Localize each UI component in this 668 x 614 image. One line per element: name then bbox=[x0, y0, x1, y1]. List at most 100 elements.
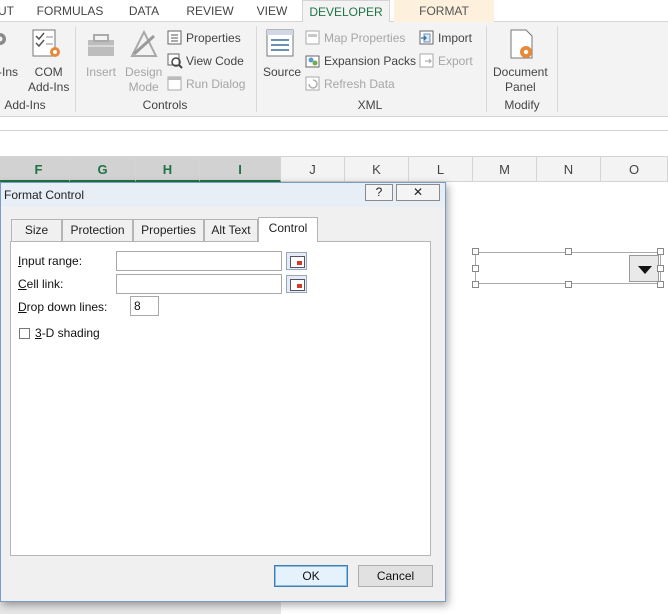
refresh-data-icon bbox=[305, 76, 320, 91]
cell-link-collapse-icon[interactable] bbox=[286, 275, 307, 293]
com-label-line2: Add-Ins bbox=[28, 80, 70, 94]
design-mode-icon bbox=[130, 29, 158, 57]
resize-handle[interactable] bbox=[472, 248, 479, 255]
expansion-packs-icon bbox=[305, 55, 320, 68]
modify-group-label: Modify bbox=[504, 98, 540, 112]
tab-properties[interactable]: Properties bbox=[133, 219, 204, 241]
input-range-collapse-icon[interactable] bbox=[286, 252, 307, 270]
document-label-line2: Panel bbox=[505, 80, 536, 94]
import-icon bbox=[419, 30, 434, 45]
column-header-f[interactable]: F bbox=[0, 157, 70, 182]
map-properties-button[interactable]: Map Properties bbox=[324, 31, 405, 45]
view-code-icon bbox=[167, 53, 183, 69]
column-header-k[interactable]: K bbox=[345, 157, 409, 182]
com-addins-icon bbox=[32, 29, 60, 57]
tab-layout[interactable]: UT bbox=[0, 0, 14, 22]
properties-button[interactable]: Properties bbox=[186, 31, 241, 45]
formula-bar-area bbox=[0, 117, 668, 131]
column-header-row: F G H I J K L M N O bbox=[0, 157, 668, 182]
design-mode-button[interactable]: Design Mode bbox=[125, 65, 162, 95]
group-separator bbox=[486, 26, 487, 112]
document-label-line1: Document bbox=[493, 65, 548, 79]
group-separator bbox=[75, 26, 76, 112]
combo-box-control[interactable] bbox=[475, 252, 661, 284]
close-icon[interactable]: ✕ bbox=[396, 184, 440, 201]
tab-alt-text[interactable]: Alt Text bbox=[204, 219, 258, 241]
run-dialog-button[interactable]: Run Dialog bbox=[186, 77, 245, 91]
resize-handle[interactable] bbox=[565, 281, 572, 288]
3d-shading-checkbox[interactable] bbox=[19, 328, 30, 339]
ok-button[interactable]: OK bbox=[274, 565, 348, 587]
tab-formulas[interactable]: FORMULAS bbox=[30, 0, 110, 22]
column-label: F bbox=[34, 162, 43, 177]
insert-button[interactable]: Insert bbox=[86, 65, 116, 80]
source-icon bbox=[266, 29, 294, 57]
tab-developer[interactable]: DEVELOPER bbox=[302, 0, 390, 23]
document-panel-button[interactable]: Document Panel bbox=[493, 65, 548, 95]
tab-data[interactable]: DATA bbox=[120, 0, 168, 22]
formula-bar[interactable] bbox=[0, 131, 668, 157]
input-range-label: Input range: bbox=[18, 254, 82, 268]
column-header-j[interactable]: J bbox=[281, 157, 345, 182]
xml-group-label: XML bbox=[357, 98, 383, 112]
control-tab-panel: Input range: Cell link: Drop down lines:… bbox=[10, 241, 431, 556]
resize-handle[interactable] bbox=[472, 265, 479, 272]
label-text: nput range: bbox=[21, 254, 83, 268]
column-header-m[interactable]: M bbox=[473, 157, 537, 182]
drop-down-lines-field[interactable]: 8 bbox=[130, 296, 159, 316]
source-button[interactable]: Source bbox=[263, 65, 301, 80]
chevron-down-icon[interactable] bbox=[629, 255, 659, 282]
properties-icon bbox=[167, 30, 182, 45]
input-range-field[interactable] bbox=[116, 251, 282, 271]
tab-view[interactable]: VIEW bbox=[250, 0, 294, 22]
expansion-packs-button[interactable]: Expansion Packs bbox=[324, 54, 416, 68]
resize-handle[interactable] bbox=[472, 281, 479, 288]
addins-button[interactable]: -Ins bbox=[0, 65, 18, 80]
column-header-i[interactable]: I bbox=[200, 157, 281, 182]
group-separator bbox=[557, 26, 558, 112]
resize-handle[interactable] bbox=[657, 248, 664, 255]
document-panel-icon bbox=[510, 29, 533, 59]
tab-control[interactable]: Control bbox=[258, 217, 318, 242]
resize-handle[interactable] bbox=[565, 248, 572, 255]
insert-toolbox-icon bbox=[88, 34, 114, 56]
label-text: rop down lines: bbox=[26, 300, 108, 314]
tab-protection[interactable]: Protection bbox=[62, 219, 133, 241]
ribbon: -Ins COM Add-Ins Add-Ins Insert Design M… bbox=[0, 22, 668, 117]
tab-format[interactable]: FORMAT bbox=[394, 0, 494, 22]
controls-group-label: Controls bbox=[142, 98, 188, 112]
format-control-dialog: Format Control ? ✕ Size Protection Prope… bbox=[0, 182, 446, 602]
tab-size[interactable]: Size bbox=[11, 219, 62, 241]
com-label-line1: COM bbox=[34, 65, 63, 79]
refresh-data-button[interactable]: Refresh Data bbox=[324, 77, 395, 91]
resize-handle[interactable] bbox=[657, 281, 664, 288]
import-button[interactable]: Import bbox=[438, 31, 472, 45]
resize-handle[interactable] bbox=[657, 265, 664, 272]
label-text: ell link: bbox=[26, 277, 64, 291]
view-code-button[interactable]: View Code bbox=[186, 54, 244, 68]
run-dialog-icon bbox=[167, 76, 182, 91]
design-label-line1: Design bbox=[125, 65, 163, 79]
access-key: 3 bbox=[35, 326, 42, 340]
export-icon bbox=[419, 53, 434, 68]
label-text: -D shading bbox=[41, 326, 100, 340]
cancel-button[interactable]: Cancel bbox=[358, 565, 433, 587]
export-button[interactable]: Export bbox=[438, 54, 473, 68]
com-addins-button[interactable]: COM Add-Ins bbox=[28, 65, 69, 95]
column-header-h[interactable]: H bbox=[136, 157, 200, 182]
drop-down-lines-label: Drop down lines: bbox=[18, 300, 107, 314]
access-key: C bbox=[18, 277, 27, 291]
column-header-n[interactable]: N bbox=[537, 157, 601, 182]
column-header-l[interactable]: L bbox=[409, 157, 473, 182]
help-button[interactable]: ? bbox=[365, 184, 393, 201]
cell-link-field[interactable] bbox=[116, 274, 282, 294]
dialog-title-bar[interactable]: Format Control ? ✕ bbox=[1, 183, 445, 207]
ribbon-tab-row: UT FORMULAS DATA REVIEW VIEW DEVELOPER F… bbox=[0, 0, 668, 23]
cell-link-label: Cell link: bbox=[18, 277, 63, 291]
tab-review[interactable]: REVIEW bbox=[180, 0, 240, 22]
column-header-g[interactable]: G bbox=[70, 157, 136, 182]
dialog-title: Format Control bbox=[4, 188, 85, 202]
column-header-o[interactable]: O bbox=[601, 157, 668, 182]
gear-icon bbox=[0, 33, 6, 45]
3d-shading-label[interactable]: 3-D shading bbox=[35, 326, 100, 340]
